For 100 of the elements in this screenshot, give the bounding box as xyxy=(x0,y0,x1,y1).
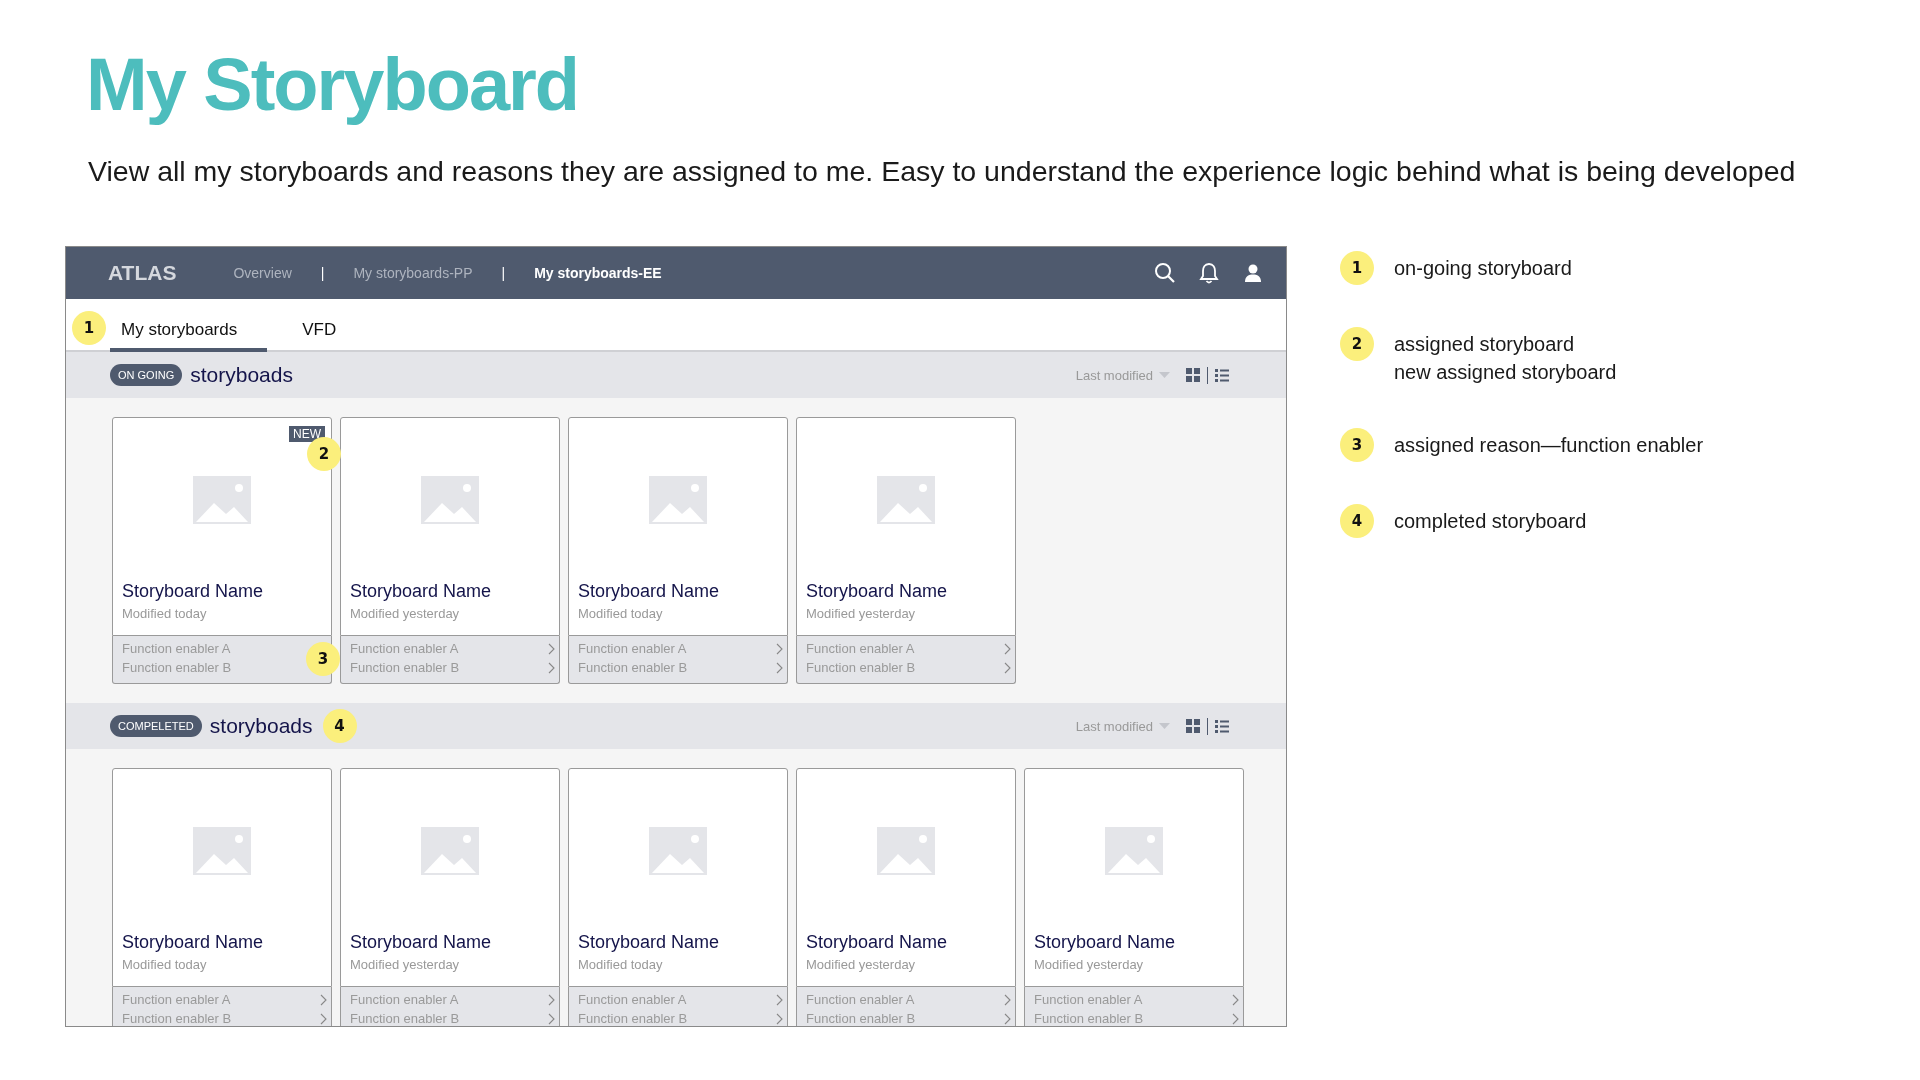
function-enabler[interactable]: Function enabler B xyxy=(578,1011,688,1026)
chevron-right-icon[interactable] xyxy=(548,993,555,1006)
list-view-icon[interactable] xyxy=(1215,368,1229,382)
chevron-right-icon[interactable] xyxy=(548,642,555,655)
function-enabler[interactable]: Function enabler A xyxy=(350,992,459,1007)
image-placeholder-icon xyxy=(421,827,479,875)
storyboard-name: Storyboard Name xyxy=(806,580,949,603)
annotation-marker: 3 xyxy=(1340,428,1374,462)
chevron-right-icon[interactable] xyxy=(776,661,783,674)
modified-date: Modified today xyxy=(122,956,208,974)
card[interactable]: Storyboard Name Modified today xyxy=(568,417,788,636)
storyboard-name: Storyboard Name xyxy=(806,931,949,954)
app-logo[interactable]: ATLAS xyxy=(108,261,177,285)
grid-view-icon[interactable] xyxy=(1186,719,1200,733)
image-placeholder-icon xyxy=(193,827,251,875)
legend-text: new assigned storyboard xyxy=(1394,360,1617,385)
slide-subtitle: View all my storyboards and reasons they are assigned to me. Easy to understand the experience logic behind what is being developed xyxy=(88,154,1796,188)
card[interactable]: Storyboard Name Modified yesterday xyxy=(796,417,1016,636)
function-enabler[interactable]: Function enabler A xyxy=(122,992,231,1007)
image-placeholder-icon xyxy=(649,827,707,875)
modified-date: Modified today xyxy=(578,956,664,974)
status-badge: ON GOING xyxy=(110,364,183,386)
image-placeholder-icon xyxy=(421,476,479,524)
card[interactable]: Storyboard Name Modified yesterday xyxy=(796,768,1016,987)
annotation-marker: 3 xyxy=(306,642,340,676)
legend-text: completed storyboard xyxy=(1394,509,1587,534)
chevron-right-icon[interactable] xyxy=(548,661,555,674)
nav-separator: | xyxy=(320,265,325,281)
chevron-right-icon[interactable] xyxy=(320,993,327,1006)
chevron-right-icon[interactable] xyxy=(1004,642,1011,655)
modified-date: Modified yesterday xyxy=(350,956,461,974)
user-icon[interactable] xyxy=(1242,262,1264,284)
card[interactable]: Storyboard Name Modified yesterday xyxy=(1024,768,1244,987)
storyboard-name: Storyboard Name xyxy=(350,580,493,603)
function-enabler[interactable]: Function enabler A xyxy=(122,641,231,656)
nav-link[interactable]: Overview xyxy=(233,265,292,281)
card[interactable]: Storyboard Name Modified yesterday xyxy=(340,417,560,636)
image-placeholder-icon xyxy=(649,476,707,524)
function-enabler[interactable]: Function enabler B xyxy=(350,1011,460,1026)
modified-date: Modified yesterday xyxy=(806,956,917,974)
annotation-marker: 4 xyxy=(1340,504,1374,538)
function-enabler[interactable]: Function enabler A xyxy=(578,992,687,1007)
image-placeholder-icon xyxy=(193,476,251,524)
function-enabler[interactable]: Function enabler B xyxy=(122,660,232,675)
nav-link[interactable]: My storyboards-EE xyxy=(534,265,662,281)
storyboard-name: Storyboard Name xyxy=(578,580,721,603)
annotation-marker: 2 xyxy=(307,437,341,471)
chevron-right-icon[interactable] xyxy=(548,1012,555,1025)
card[interactable]: Storyboard Name Modified today xyxy=(568,768,788,987)
chevron-right-icon[interactable] xyxy=(776,993,783,1006)
legend-text: on-going storyboard xyxy=(1394,256,1572,281)
function-enabler[interactable]: Function enabler A xyxy=(350,641,459,656)
sort-dropdown[interactable]: Last modified xyxy=(1075,718,1153,734)
function-enabler[interactable]: Function enabler A xyxy=(806,641,915,656)
function-enabler[interactable]: Function enabler A xyxy=(806,992,915,1007)
function-enabler[interactable]: Function enabler B xyxy=(350,660,460,675)
modified-date: Modified yesterday xyxy=(350,605,461,623)
modified-date: Modified yesterday xyxy=(806,605,917,623)
storyboard-name: Storyboard Name xyxy=(350,931,493,954)
slide-title: My Storyboard xyxy=(86,44,579,126)
notification-bell-icon[interactable] xyxy=(1198,262,1220,284)
card[interactable]: Storyboard Name Modified yesterday xyxy=(340,768,560,987)
chevron-right-icon[interactable] xyxy=(320,1012,327,1025)
legend-text: assigned reason—function enabler xyxy=(1394,433,1704,458)
function-enabler[interactable]: Function enabler B xyxy=(1034,1011,1144,1026)
section-title: storyboads xyxy=(190,363,293,387)
chevron-right-icon[interactable] xyxy=(1004,1012,1011,1025)
legend-text: assigned storyboard xyxy=(1394,332,1576,357)
chevron-right-icon[interactable] xyxy=(1232,993,1239,1006)
list-view-icon[interactable] xyxy=(1215,719,1229,733)
modified-date: Modified yesterday xyxy=(1034,956,1145,974)
chevron-right-icon[interactable] xyxy=(1232,1012,1239,1025)
chevron-right-icon[interactable] xyxy=(1004,661,1011,674)
search-icon[interactable] xyxy=(1154,262,1176,284)
image-placeholder-icon xyxy=(1105,827,1163,875)
annotation-marker: 2 xyxy=(1340,327,1374,361)
modified-date: Modified today xyxy=(578,605,664,623)
function-enabler[interactable]: Function enabler A xyxy=(578,641,687,656)
image-placeholder-icon xyxy=(877,827,935,875)
modified-date: Modified today xyxy=(122,605,208,623)
tab[interactable]: VFD xyxy=(291,318,367,352)
chevron-right-icon[interactable] xyxy=(776,1012,783,1025)
storyboard-name: Storyboard Name xyxy=(578,931,721,954)
storyboard-name: Storyboard Name xyxy=(122,580,265,603)
function-enabler[interactable]: Function enabler B xyxy=(806,1011,916,1026)
function-enabler[interactable]: Function enabler B xyxy=(122,1011,232,1026)
function-enabler[interactable]: Function enabler B xyxy=(578,660,688,675)
storyboard-name: Storyboard Name xyxy=(122,931,265,954)
card[interactable]: Storyboard Name Modified today xyxy=(112,768,332,987)
sort-dropdown[interactable]: Last modified xyxy=(1075,367,1153,383)
status-badge: COMPELETED xyxy=(110,715,202,737)
nav-link[interactable]: My storyboards-PP xyxy=(353,265,473,281)
grid-view-icon[interactable] xyxy=(1186,368,1200,382)
nav-separator: | xyxy=(501,265,506,281)
annotation-marker: 1 xyxy=(72,311,106,345)
function-enabler[interactable]: Function enabler A xyxy=(1034,992,1143,1007)
chevron-right-icon[interactable] xyxy=(776,642,783,655)
annotation-marker: 4 xyxy=(322,709,357,743)
chevron-right-icon[interactable] xyxy=(1004,993,1011,1006)
function-enabler[interactable]: Function enabler B xyxy=(806,660,916,675)
